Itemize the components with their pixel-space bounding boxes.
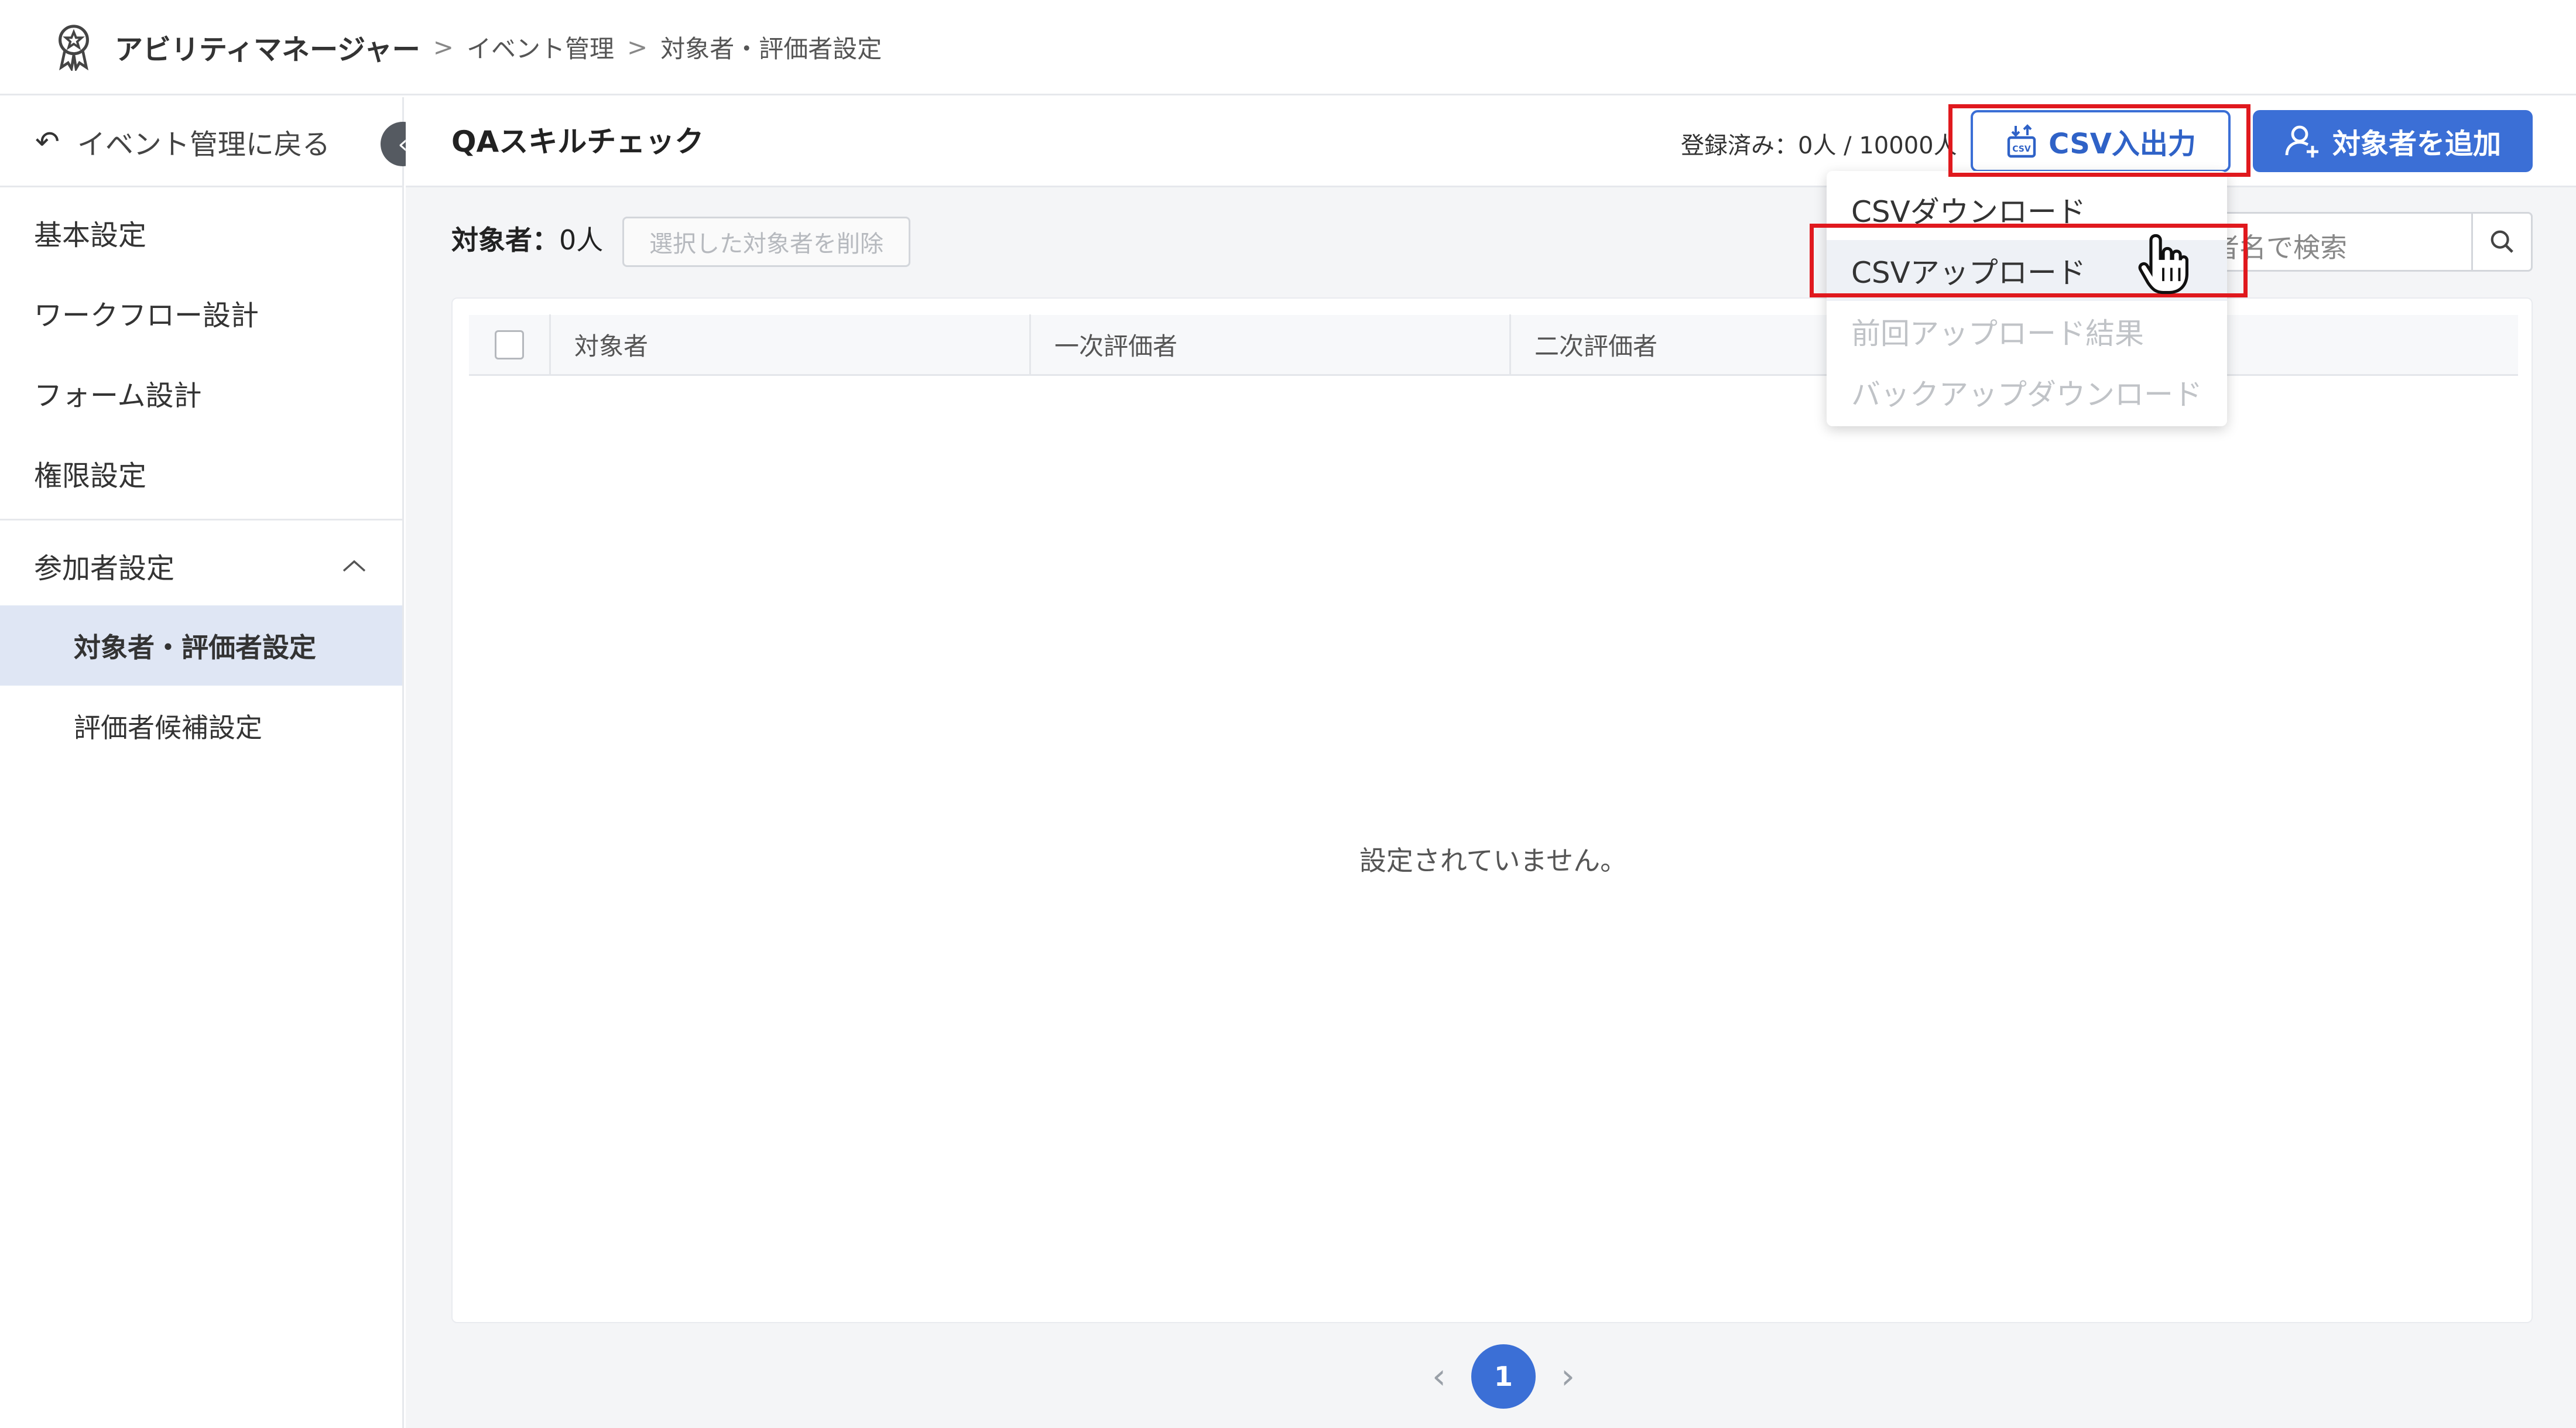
csv-button-label: CSV入出力: [2049, 128, 2196, 160]
sidebar-item-form[interactable]: フォーム設計: [0, 352, 402, 433]
column-header-first-evaluator: 一次評価者: [1031, 314, 1511, 375]
sidebar-item-label: 対象者・評価者設定: [74, 631, 316, 663]
delete-button-label: 選択した対象者を削除: [649, 231, 883, 258]
column-header-target: 対象者: [551, 314, 1031, 375]
svg-text:CSV: CSV: [2012, 145, 2031, 154]
sidebar-item-evaluator-candidates[interactable]: 評価者候補設定: [0, 686, 402, 766]
csv-import-export-button[interactable]: CSV CSV入出力: [1971, 110, 2231, 172]
select-all-checkbox[interactable]: [494, 330, 524, 359]
sidebar-item-label: ワークフロー設計: [34, 299, 259, 332]
divider: [0, 519, 402, 520]
badge-star-icon: [59, 25, 89, 71]
search-input[interactable]: 者名で検索: [2178, 212, 2533, 272]
page-button-current[interactable]: 1: [1471, 1344, 1536, 1409]
sidebar-item-label: 基本設定: [34, 218, 147, 252]
empty-state-text: 設定されていません。: [1359, 845, 1628, 876]
sidebar-group-label: 参加者設定: [34, 552, 175, 585]
search-placeholder: 者名で検索: [2212, 232, 2347, 263]
menu-item-backup-download[interactable]: バックアップダウンロード: [1827, 362, 2227, 423]
targets-table-card: 対象者 一次評価者 二次評価者 設定されていません。: [451, 297, 2533, 1323]
search-icon: [2491, 230, 2513, 253]
app-title[interactable]: アビリティマネージャー: [115, 26, 420, 67]
search-button[interactable]: [2471, 214, 2531, 270]
menu-item-csv-download[interactable]: CSVダウンロード: [1827, 179, 2227, 240]
undo-arrow-icon: ↶: [35, 124, 60, 159]
pagination: ‹ 1 ›: [1407, 1344, 1600, 1409]
back-to-event-management[interactable]: ↶ イベント管理に戻る: [0, 97, 402, 187]
event-title: QAスキルチェック: [451, 125, 704, 159]
main-header: QAスキルチェック 登録済み：0人 / 10000人 CSV CSV入出力 対象…: [406, 97, 2576, 187]
sidebar: ↶ イベント管理に戻る ‹ 基本設定 ワークフロー設計 フォーム設計 権限設定 …: [0, 97, 425, 1428]
breadcrumb-separator: >: [433, 32, 454, 61]
sidebar-item-basic-settings[interactable]: 基本設定: [0, 192, 402, 272]
back-label: イベント管理に戻る: [77, 128, 330, 161]
prev-page-button[interactable]: ‹: [1407, 1356, 1471, 1397]
sidebar-item-permissions[interactable]: 権限設定: [0, 433, 402, 513]
csv-dropdown-menu: CSVダウンロード CSVアップロード 前回アップロード結果 バックアップダウン…: [1827, 171, 2227, 426]
chevron-up-icon: [342, 560, 366, 571]
delete-selected-button[interactable]: 選択した対象者を削除: [622, 217, 910, 267]
add-button-label: 対象者を追加: [2332, 128, 2501, 160]
top-header: アビリティマネージャー > イベント管理 > 対象者・評価者設定: [0, 0, 2576, 95]
csv-file-icon: CSV: [2007, 124, 2036, 158]
sidebar-item-label: 評価者候補設定: [74, 711, 262, 744]
breadcrumb-current: 対象者・評価者設定: [660, 34, 882, 63]
select-all-cell: [469, 314, 551, 375]
sidebar-item-label: フォーム設計: [34, 379, 202, 412]
target-count: 0人: [559, 224, 604, 256]
hand-pointer-cursor-icon: [2138, 234, 2188, 294]
target-count-label: 対象者：0人: [451, 219, 603, 258]
sidebar-group-participants[interactable]: 参加者設定: [0, 525, 402, 605]
breadcrumb-event-management[interactable]: イベント管理: [467, 29, 614, 65]
next-page-button[interactable]: ›: [1536, 1356, 1600, 1397]
sidebar-item-targets-evaluators[interactable]: 対象者・評価者設定: [0, 605, 402, 686]
registered-count: 登録済み：0人 / 10000人: [1681, 132, 1957, 159]
add-user-icon: [2285, 125, 2318, 157]
sidebar-item-label: 権限設定: [34, 459, 147, 492]
main-content: QAスキルチェック 登録済み：0人 / 10000人 CSV CSV入出力 対象…: [406, 97, 2576, 1428]
sidebar-item-workflow[interactable]: ワークフロー設計: [0, 272, 402, 352]
menu-item-last-upload-result[interactable]: 前回アップロード結果: [1827, 301, 2227, 362]
target-label: 対象者：: [451, 224, 559, 256]
add-target-button[interactable]: 対象者を追加: [2253, 110, 2533, 172]
breadcrumb-separator: >: [626, 32, 648, 61]
